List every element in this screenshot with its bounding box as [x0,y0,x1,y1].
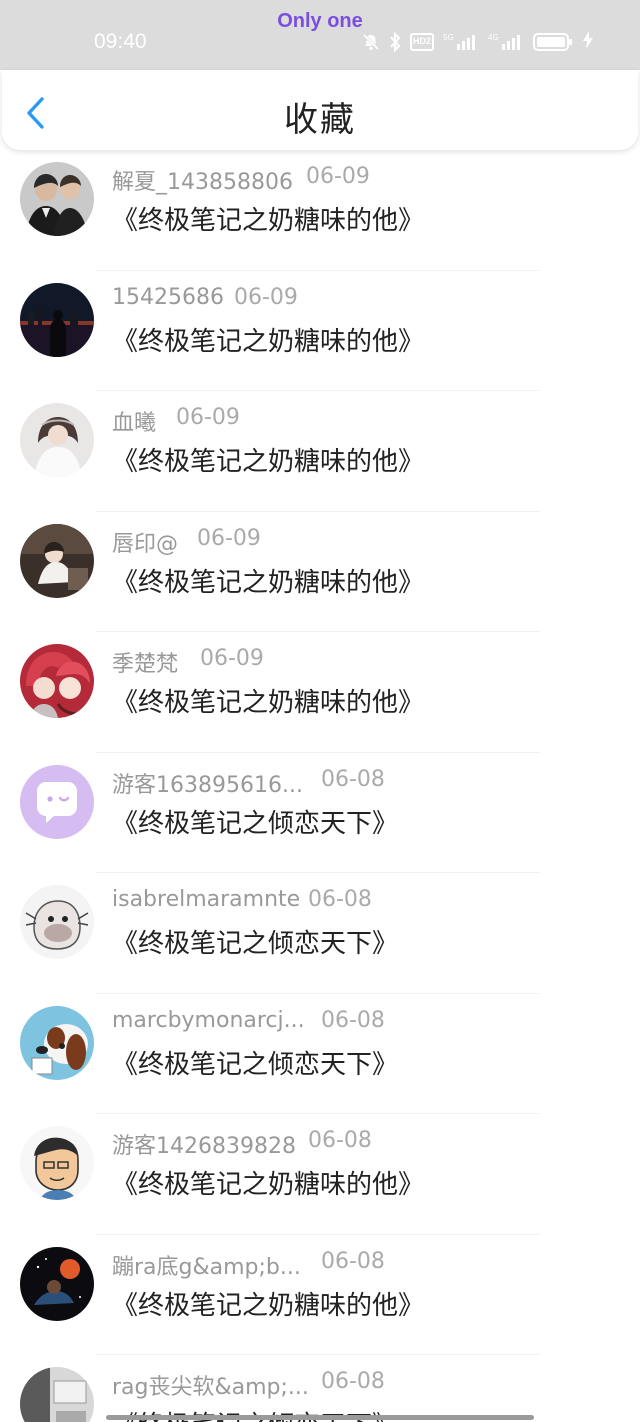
user-name[interactable]: 唇印@ [112,526,178,558]
user-name[interactable]: rag丧尖软&amp;... [112,1369,309,1401]
item-meta: 唇印@ 06-09 [112,526,632,558]
svg-text:5G: 5G [443,33,454,42]
date-label: 06-09 [176,405,240,430]
battery-icon [533,33,573,51]
user-name[interactable]: marcbymonarcj... [112,1008,305,1033]
avatar[interactable] [20,1367,94,1422]
date-label: 06-08 [321,1248,385,1274]
date-label: 06-08 [308,887,372,912]
user-name[interactable]: 游客163895616... [112,767,303,799]
book-title[interactable]: 《终极笔记之奶糖味的他》 [112,1285,424,1322]
list-item[interactable]: 15425686 06-09 《终极笔记之奶糖味的他》 [0,271,640,391]
item-meta: 血曦 06-09 [112,405,632,437]
book-title[interactable]: 《终极笔记之奶糖味的他》 [112,200,424,237]
book-title[interactable]: 《终极笔记之倾恋天下》 [112,803,398,840]
date-label: 06-09 [197,525,261,551]
status-time: 09:40 [94,30,147,53]
status-bar: Only one 09:40 HD2 5G 4G [0,0,640,70]
item-meta: marcbymonarcj... 06-08 [112,1008,632,1033]
hd-icon: HD2 [410,33,434,51]
user-name[interactable]: 蹦ra底g&amp;b... [112,1249,301,1281]
book-title[interactable]: 《终极笔记之倾恋天下》 [112,1044,398,1081]
item-meta: 解夏_143858806 06-09 [112,164,632,196]
date-label: 06-09 [234,284,298,310]
list-item[interactable]: isabrelmaramnte 06-08 《终极笔记之倾恋天下》 [0,873,640,994]
item-meta: 15425686 06-09 [112,285,632,310]
book-title[interactable]: 《终极笔记之奶糖味的他》 [112,441,424,478]
book-title[interactable]: 《终极笔记之奶糖味的他》 [112,562,424,599]
date-label: 06-08 [321,1007,385,1033]
avatar[interactable] [20,1246,94,1321]
item-meta: isabrelmaramnte 06-08 [112,887,632,912]
item-meta: 游客1426839828 06-08 [112,1128,632,1160]
status-icons: HD2 5G 4G [362,30,594,54]
avatar[interactable] [20,162,94,236]
list-item[interactable]: 游客1426839828 06-08 《终极笔记之奶糖味的他》 [0,1114,640,1235]
item-meta: 蹦ra底g&amp;b... 06-08 [112,1249,632,1281]
item-meta: rag丧尖软&amp;... 06-08 [112,1369,632,1401]
page-title: 收藏 [284,100,356,140]
avatar[interactable] [20,403,94,477]
list-item[interactable]: 游客163895616... 06-08 《终极笔记之倾恋天下》 [0,753,640,873]
avatar[interactable] [20,523,94,598]
date-label: 06-08 [321,766,385,792]
signal-5g-icon: 5G [443,32,479,52]
book-title[interactable]: 《终极笔记之奶糖味的他》 [112,321,424,358]
bluetooth-icon [389,31,401,53]
avatar[interactable] [20,1005,94,1080]
avatar[interactable] [20,764,94,839]
date-label: 06-09 [306,164,370,189]
avatar[interactable] [20,644,94,718]
mute-icon [362,33,380,51]
avatar[interactable] [20,1126,94,1200]
user-name[interactable]: 游客1426839828 [112,1128,296,1160]
list-item[interactable]: 季楚梵 06-09 《终极笔记之奶糖味的他》 [0,632,640,753]
scrollbar[interactable] [106,1415,534,1420]
signal-4g-icon: 4G [488,32,524,52]
avatar[interactable] [20,282,94,357]
list-item[interactable]: rag丧尖软&amp;...06-08《终极笔记之倾恋天下》 [0,1355,640,1422]
date-label: 06-08 [321,1369,385,1394]
user-name[interactable]: 血曦 [112,405,156,437]
date-label: 06-09 [200,646,264,671]
user-name[interactable]: 解夏_143858806 [112,164,293,196]
favorites-list: 解夏_143858806 06-09 《终极笔记之奶糖味的他》 15425686 06-… [0,150,640,1422]
user-name[interactable]: isabrelmaramnte [112,887,300,912]
avatar[interactable] [20,885,94,959]
list-item[interactable]: marcbymonarcj... 06-08 《终极笔记之倾恋天下》 [0,994,640,1114]
charging-icon [582,30,594,54]
book-title[interactable]: 《终极笔记之奶糖味的他》 [112,1164,424,1201]
list-item[interactable]: 解夏_143858806 06-09 《终极笔记之奶糖味的他》 [0,150,640,271]
list-item[interactable]: 唇印@ 06-09 《终极笔记之奶糖味的他》 [0,512,640,632]
list-item[interactable]: 血曦 06-09 《终极笔记之奶糖味的他》 [0,391,640,512]
app-header: 收藏 [2,70,638,150]
date-label: 06-08 [308,1128,372,1153]
list-item[interactable]: 蹦ra底g&amp;b... 06-08 《终极笔记之奶糖味的他》 [0,1235,640,1355]
book-title[interactable]: 《终极笔记之倾恋天下》 [112,923,398,960]
item-meta: 游客163895616... 06-08 [112,767,632,799]
user-name[interactable]: 季楚梵 [112,646,178,678]
book-title[interactable]: 《终极笔记之奶糖味的他》 [112,682,424,719]
item-meta: 季楚梵 06-09 [112,646,632,678]
svg-text:4G: 4G [488,33,499,42]
user-name[interactable]: 15425686 [112,285,224,310]
